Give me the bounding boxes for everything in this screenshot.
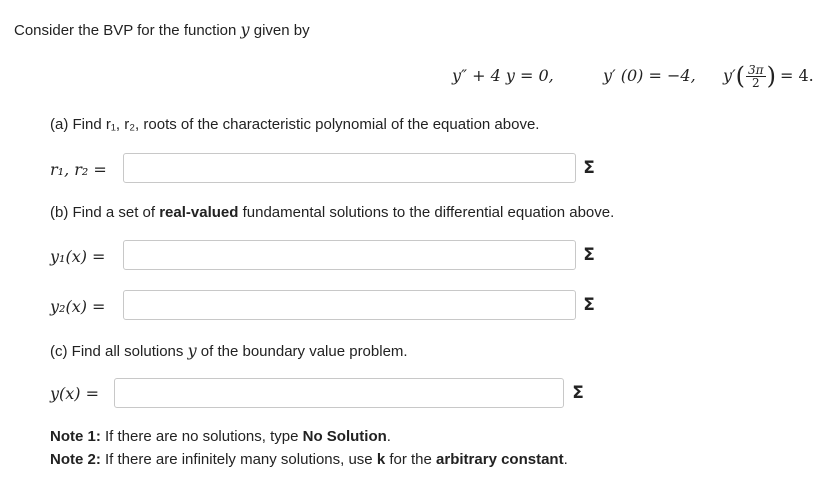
part-b-bold: real-valued [159, 204, 239, 221]
part-c-var: y [187, 341, 197, 360]
fraction-numerator: 3π [746, 62, 766, 77]
note-2-label: Note 2: [50, 451, 101, 468]
part-c-suffix: of the boundary value problem. [200, 343, 408, 360]
part-b-prompt: (b) Find a set of real-valued fundamenta… [50, 204, 614, 222]
fraction: 3π 2 [746, 64, 766, 89]
sigma-icon[interactable]: Σ [566, 381, 590, 405]
y-solution-input[interactable] [114, 378, 564, 408]
y-label: y(x) = [50, 384, 100, 403]
note-2: Note 2: If there are infinitely many sol… [50, 451, 568, 469]
ode-equation: y″ + 4 y = 0, [452, 66, 554, 85]
y2-label: y₂(x) = [50, 297, 106, 316]
note-1: Note 1: If there are no solutions, type … [50, 428, 391, 446]
r-roots-input[interactable] [123, 153, 576, 183]
bc2-lhs: y′ [723, 66, 736, 85]
note-2-k: k [376, 451, 386, 468]
part-a-prompt: (a) Find r₁, r₂, roots of the characteri… [50, 116, 540, 133]
note-1-text: If there are no solutions, type [105, 428, 299, 445]
boundary-condition-2: y′ ( 3π 2 ) = 4. [723, 54, 814, 98]
part-c-prefix: (c) Find all solutions [50, 343, 184, 360]
intro-prefix: Consider the BVP for the function [14, 22, 237, 39]
part-b-prefix: (b) Find a set of [50, 204, 156, 221]
part-b-suffix: fundamental solutions to the differentia… [242, 204, 615, 221]
note-2-end: . [563, 451, 568, 468]
y1-label: y₁(x) = [50, 247, 106, 266]
note-1-end: . [386, 428, 391, 445]
note-2-text: If there are infinitely many solutions, … [105, 451, 373, 468]
sigma-icon[interactable]: Σ [577, 243, 601, 267]
intro-suffix: given by [253, 22, 310, 39]
intro-var: y [240, 20, 250, 39]
boundary-condition-1: y′ (0) = −4, [603, 66, 696, 85]
intro-text: Consider the BVP for the function y give… [14, 20, 310, 40]
note-2-mid: for the [389, 451, 432, 468]
left-paren: ( [735, 62, 746, 90]
part-c-prompt: (c) Find all solutions y of the boundary… [50, 341, 408, 361]
part-a-label: r₁, r₂ = [50, 160, 107, 179]
y2-input[interactable] [123, 290, 576, 320]
y1-input[interactable] [123, 240, 576, 270]
fraction-denominator: 2 [751, 75, 760, 90]
bc2-rhs: = 4. [779, 66, 814, 85]
note-1-bold: No Solution [302, 428, 387, 445]
sigma-icon[interactable]: Σ [577, 293, 601, 317]
right-paren: ) [766, 62, 776, 90]
note-1-label: Note 1: [50, 428, 101, 445]
sigma-icon[interactable]: Σ [577, 156, 601, 180]
note-2-bold: arbitrary constant [436, 451, 564, 468]
